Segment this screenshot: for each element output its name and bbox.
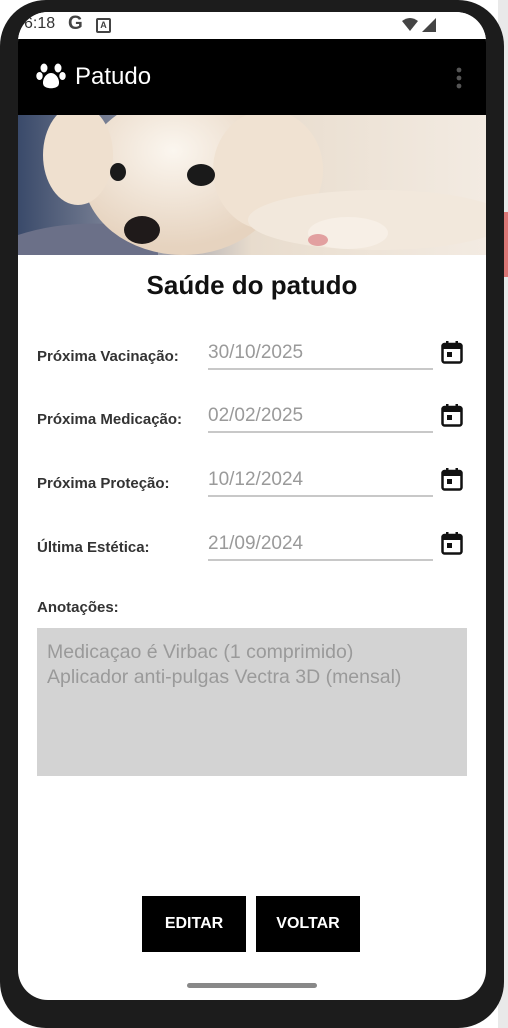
calendar-icon[interactable]	[441, 531, 463, 560]
field-next-protection: Próxima Proteção: 10/12/2024	[18, 457, 486, 497]
app-bar: Patudo	[18, 39, 486, 115]
date-value: 10/12/2024	[208, 469, 304, 490]
field-label: Última Estética:	[37, 539, 150, 556]
notification-icon: A	[96, 18, 111, 33]
field-last-grooming: Última Estética: 21/09/2024	[18, 521, 486, 561]
date-value: 30/10/2025	[208, 342, 304, 363]
notes-line: Aplicador anti-pulgas Vectra 3D (mensal)	[47, 666, 402, 688]
field-label: Próxima Vacinação:	[37, 348, 179, 365]
phone-screen: 6:18 G A Patudo Saúde do patudo Próxima …	[18, 12, 486, 1000]
google-icon: G	[68, 13, 83, 34]
status-time: 6:18	[24, 15, 56, 32]
date-value: 21/09/2024	[208, 533, 304, 554]
calendar-icon[interactable]	[441, 403, 463, 432]
field-next-medication: Próxima Medicação: 02/02/2025	[18, 393, 486, 433]
page-title: Saúde do patudo	[146, 270, 358, 300]
field-label: Próxima Proteção:	[37, 475, 170, 492]
notes-textarea[interactable]: Medicaçao é Virbac (1 comprimido) Aplica…	[37, 628, 467, 776]
calendar-icon[interactable]	[441, 467, 463, 496]
calendar-icon[interactable]	[441, 340, 463, 369]
field-next-vaccination: Próxima Vacinação: 30/10/2025	[18, 330, 486, 370]
date-input-grooming[interactable]: 21/09/2024	[208, 531, 433, 561]
signal-icon	[402, 17, 438, 38]
app-title: Patudo	[75, 63, 152, 90]
notes-label: Anotações:	[37, 599, 119, 616]
date-input-protection[interactable]: 10/12/2024	[208, 467, 433, 497]
status-bar: 6:18 G A	[18, 12, 486, 39]
more-vert-icon[interactable]	[456, 67, 462, 94]
paw-icon	[36, 60, 66, 95]
date-input-medication[interactable]: 02/02/2025	[208, 403, 433, 433]
back-button[interactable]: VOLTAR	[256, 896, 360, 952]
field-label: Próxima Medicação:	[37, 411, 183, 428]
notes-line: Medicaçao é Virbac (1 comprimido)	[47, 641, 354, 663]
edit-button[interactable]: EDITAR	[142, 896, 246, 952]
date-input-vaccination[interactable]: 30/10/2025	[208, 340, 433, 370]
date-value: 02/02/2025	[208, 405, 304, 426]
home-indicator[interactable]	[187, 983, 317, 988]
puppy-photo	[18, 115, 486, 255]
